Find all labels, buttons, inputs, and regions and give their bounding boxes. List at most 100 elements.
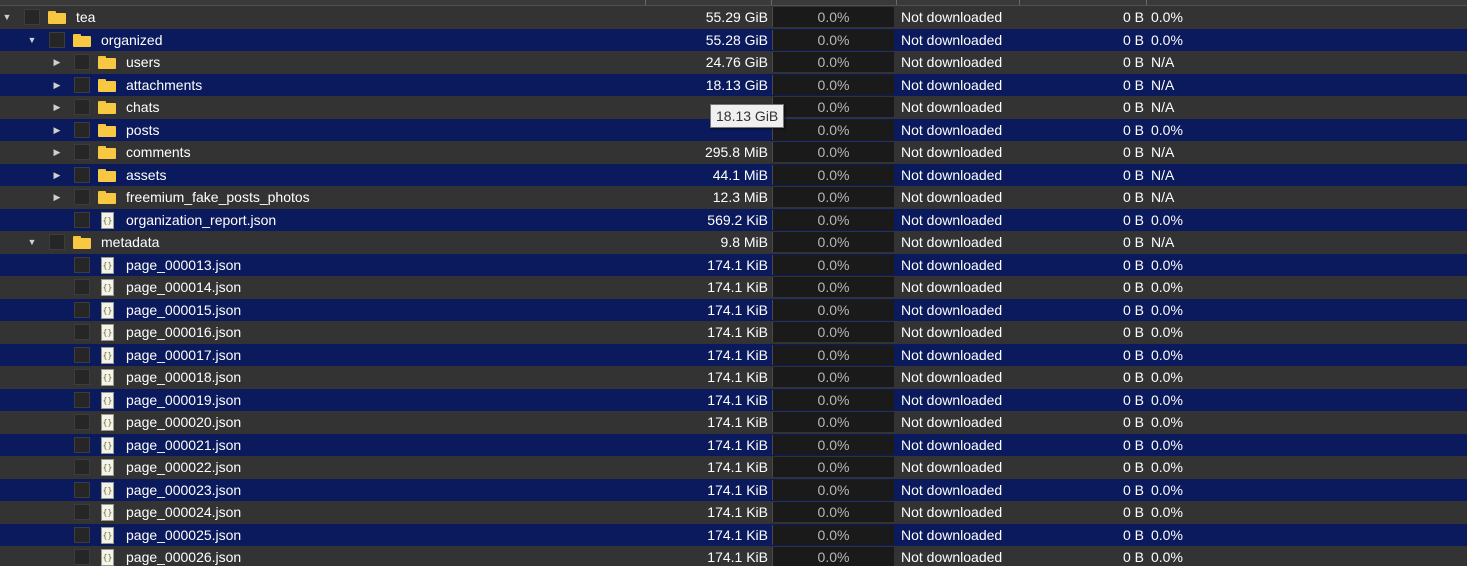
column-header-divider[interactable] <box>645 0 646 5</box>
download-checkbox[interactable] <box>74 414 90 430</box>
download-checkbox[interactable] <box>49 31 65 48</box>
chevron-down-icon[interactable]: ▼ <box>27 29 37 52</box>
item-name: attachments <box>126 76 203 93</box>
availability: N/A <box>1151 189 1175 205</box>
download-checkbox[interactable] <box>74 391 90 408</box>
download-checkbox[interactable] <box>74 279 90 295</box>
download-checkbox[interactable] <box>49 234 65 250</box>
download-checkbox[interactable] <box>74 189 90 205</box>
json-file-icon: {} <box>101 391 114 409</box>
item-name: page_000019.json <box>126 391 242 408</box>
column-header-divider[interactable] <box>896 0 897 5</box>
tree-row-folder[interactable]: ▼ tea 55.29 GiB 0.0% Not downloaded 0 B 0.0% <box>0 6 1467 29</box>
download-checkbox[interactable] <box>74 301 90 318</box>
tree-row-file[interactable]: {} page_000017.json 174.1 KiB 0.0% Not downl… <box>0 343 1467 366</box>
column-header-divider[interactable] <box>771 0 772 5</box>
json-file-icon: {} <box>101 481 114 499</box>
download-status: Not downloaded <box>901 346 1003 363</box>
column-header-divider[interactable] <box>1019 0 1020 5</box>
item-name: page_000017.json <box>126 346 242 363</box>
download-checkbox[interactable] <box>74 481 90 498</box>
download-checkbox[interactable] <box>74 166 90 183</box>
tree-row-file[interactable]: {} page_000015.json 174.1 KiB 0.0% Not downl… <box>0 298 1467 321</box>
download-checkbox[interactable] <box>74 76 90 93</box>
progress-bar: 0.0% <box>772 232 894 252</box>
chevron-down-icon[interactable]: ▼ <box>27 231 37 254</box>
chevron-right-icon[interactable]: ▶ <box>52 119 62 142</box>
tree-row-file[interactable]: {} page_000022.json 174.1 KiB 0.0% Not downl… <box>0 456 1467 479</box>
download-checkbox[interactable] <box>74 459 90 475</box>
download-status: Not downloaded <box>901 436 1003 453</box>
remaining-size: 0 B <box>1122 234 1144 250</box>
download-checkbox[interactable] <box>74 436 90 453</box>
tree-row-file[interactable]: {} page_000020.json 174.1 KiB 0.0% Not downl… <box>0 411 1467 434</box>
availability: N/A <box>1151 76 1175 93</box>
file-tree-view[interactable]: ▼ tea 55.29 GiB 0.0% Not downloaded 0 B 0.0% ▼ o… <box>0 0 1467 566</box>
availability: 0.0% <box>1151 211 1183 228</box>
item-size: 12.3 MiB <box>712 189 768 205</box>
download-checkbox[interactable] <box>74 99 90 115</box>
tree-row-file[interactable]: {} page_000026.json 174.1 KiB 0.0% Not downl… <box>0 546 1467 566</box>
tree-row-file[interactable]: {} organization_report.json 569.2 KiB 0.0% N… <box>0 208 1467 231</box>
progress-bar: 0.0% <box>772 524 894 545</box>
progress-bar: 0.0% <box>772 52 894 72</box>
chevron-right-icon[interactable]: ▶ <box>52 164 62 187</box>
progress-bar: 0.0% <box>772 164 894 185</box>
download-checkbox[interactable] <box>74 504 90 520</box>
tree-row-file[interactable]: {} page_000016.json 174.1 KiB 0.0% Not downl… <box>0 321 1467 344</box>
tree-row-folder[interactable]: ▶ comments 295.8 MiB 0.0% Not downloaded 0 B N… <box>0 141 1467 164</box>
download-checkbox[interactable] <box>74 144 90 160</box>
folder-icon <box>98 101 116 114</box>
download-checkbox[interactable] <box>74 526 90 543</box>
download-checkbox[interactable] <box>74 54 90 70</box>
tree-row-file[interactable]: {} page_000019.json 174.1 KiB 0.0% Not downl… <box>0 388 1467 411</box>
progress-bar: 0.0% <box>772 209 894 230</box>
download-checkbox[interactable] <box>74 256 90 273</box>
item-size: 55.28 GiB <box>705 31 768 48</box>
json-file-icon: {} <box>101 436 114 454</box>
download-checkbox[interactable] <box>74 369 90 385</box>
item-size: 174.1 KiB <box>707 279 768 295</box>
progress-bar: 0.0% <box>772 502 894 522</box>
chevron-down-icon[interactable]: ▼ <box>2 6 12 29</box>
column-header-divider[interactable] <box>1146 0 1147 5</box>
tree-row-file[interactable]: {} page_000025.json 174.1 KiB 0.0% Not downl… <box>0 523 1467 546</box>
tree-row-file[interactable]: {} page_000023.json 174.1 KiB 0.0% Not downl… <box>0 478 1467 501</box>
download-checkbox[interactable] <box>24 9 40 25</box>
remaining-size: 0 B <box>1122 9 1144 25</box>
tree-row-file[interactable]: {} page_000018.json 174.1 KiB 0.0% Not downl… <box>0 366 1467 389</box>
chevron-right-icon[interactable]: ▶ <box>52 141 62 164</box>
remaining-size: 0 B <box>1122 436 1144 453</box>
tree-row-file[interactable]: {} page_000014.json 174.1 KiB 0.0% Not downl… <box>0 276 1467 299</box>
download-status: Not downloaded <box>901 504 1003 520</box>
chevron-right-icon[interactable]: ▶ <box>52 51 62 74</box>
tree-row-file[interactable]: {} page_000013.json 174.1 KiB 0.0% Not downl… <box>0 253 1467 276</box>
progress-bar: 0.0% <box>772 7 894 27</box>
folder-icon <box>98 146 116 159</box>
item-name: organization_report.json <box>126 211 277 228</box>
tree-row-file[interactable]: {} page_000021.json 174.1 KiB 0.0% Not downl… <box>0 433 1467 456</box>
download-checkbox[interactable] <box>74 549 90 565</box>
download-checkbox[interactable] <box>74 324 90 340</box>
tree-row-folder[interactable]: ▶ freemium_fake_posts_photos 12.3 MiB 0.0% N… <box>0 186 1467 209</box>
download-checkbox[interactable] <box>74 121 90 138</box>
download-checkbox[interactable] <box>74 346 90 363</box>
tree-row-folder[interactable]: ▼ organized 55.28 GiB 0.0% Not downloaded 0 B… <box>0 28 1467 52</box>
item-name: chats <box>126 99 160 115</box>
progress-bar: 0.0% <box>772 434 894 455</box>
chevron-right-icon[interactable]: ▶ <box>52 74 62 97</box>
item-name: page_000022.json <box>126 459 242 475</box>
remaining-size: 0 B <box>1122 211 1144 228</box>
chevron-right-icon[interactable]: ▶ <box>52 96 62 119</box>
download-checkbox[interactable] <box>74 211 90 228</box>
availability: 0.0% <box>1151 346 1183 363</box>
tree-row-folder[interactable]: ▶ attachments 18.13 GiB 0.0% Not downloaded 0… <box>0 73 1467 97</box>
tree-row-folder[interactable]: ▶ users 24.76 GiB 0.0% Not downloaded 0 B N/A <box>0 51 1467 74</box>
tree-row-folder[interactable]: ▼ metadata 9.8 MiB 0.0% Not downloaded 0 B N/A <box>0 231 1467 254</box>
tree-row-file[interactable]: {} page_000024.json 174.1 KiB 0.0% Not downl… <box>0 501 1467 524</box>
download-status: Not downloaded <box>901 144 1003 160</box>
item-size: 55.29 GiB <box>705 9 768 25</box>
progress-bar: 0.0% <box>772 277 894 297</box>
tree-row-folder[interactable]: ▶ assets 44.1 MiB 0.0% Not downloaded 0 B N/A <box>0 163 1467 187</box>
chevron-right-icon[interactable]: ▶ <box>52 186 62 209</box>
